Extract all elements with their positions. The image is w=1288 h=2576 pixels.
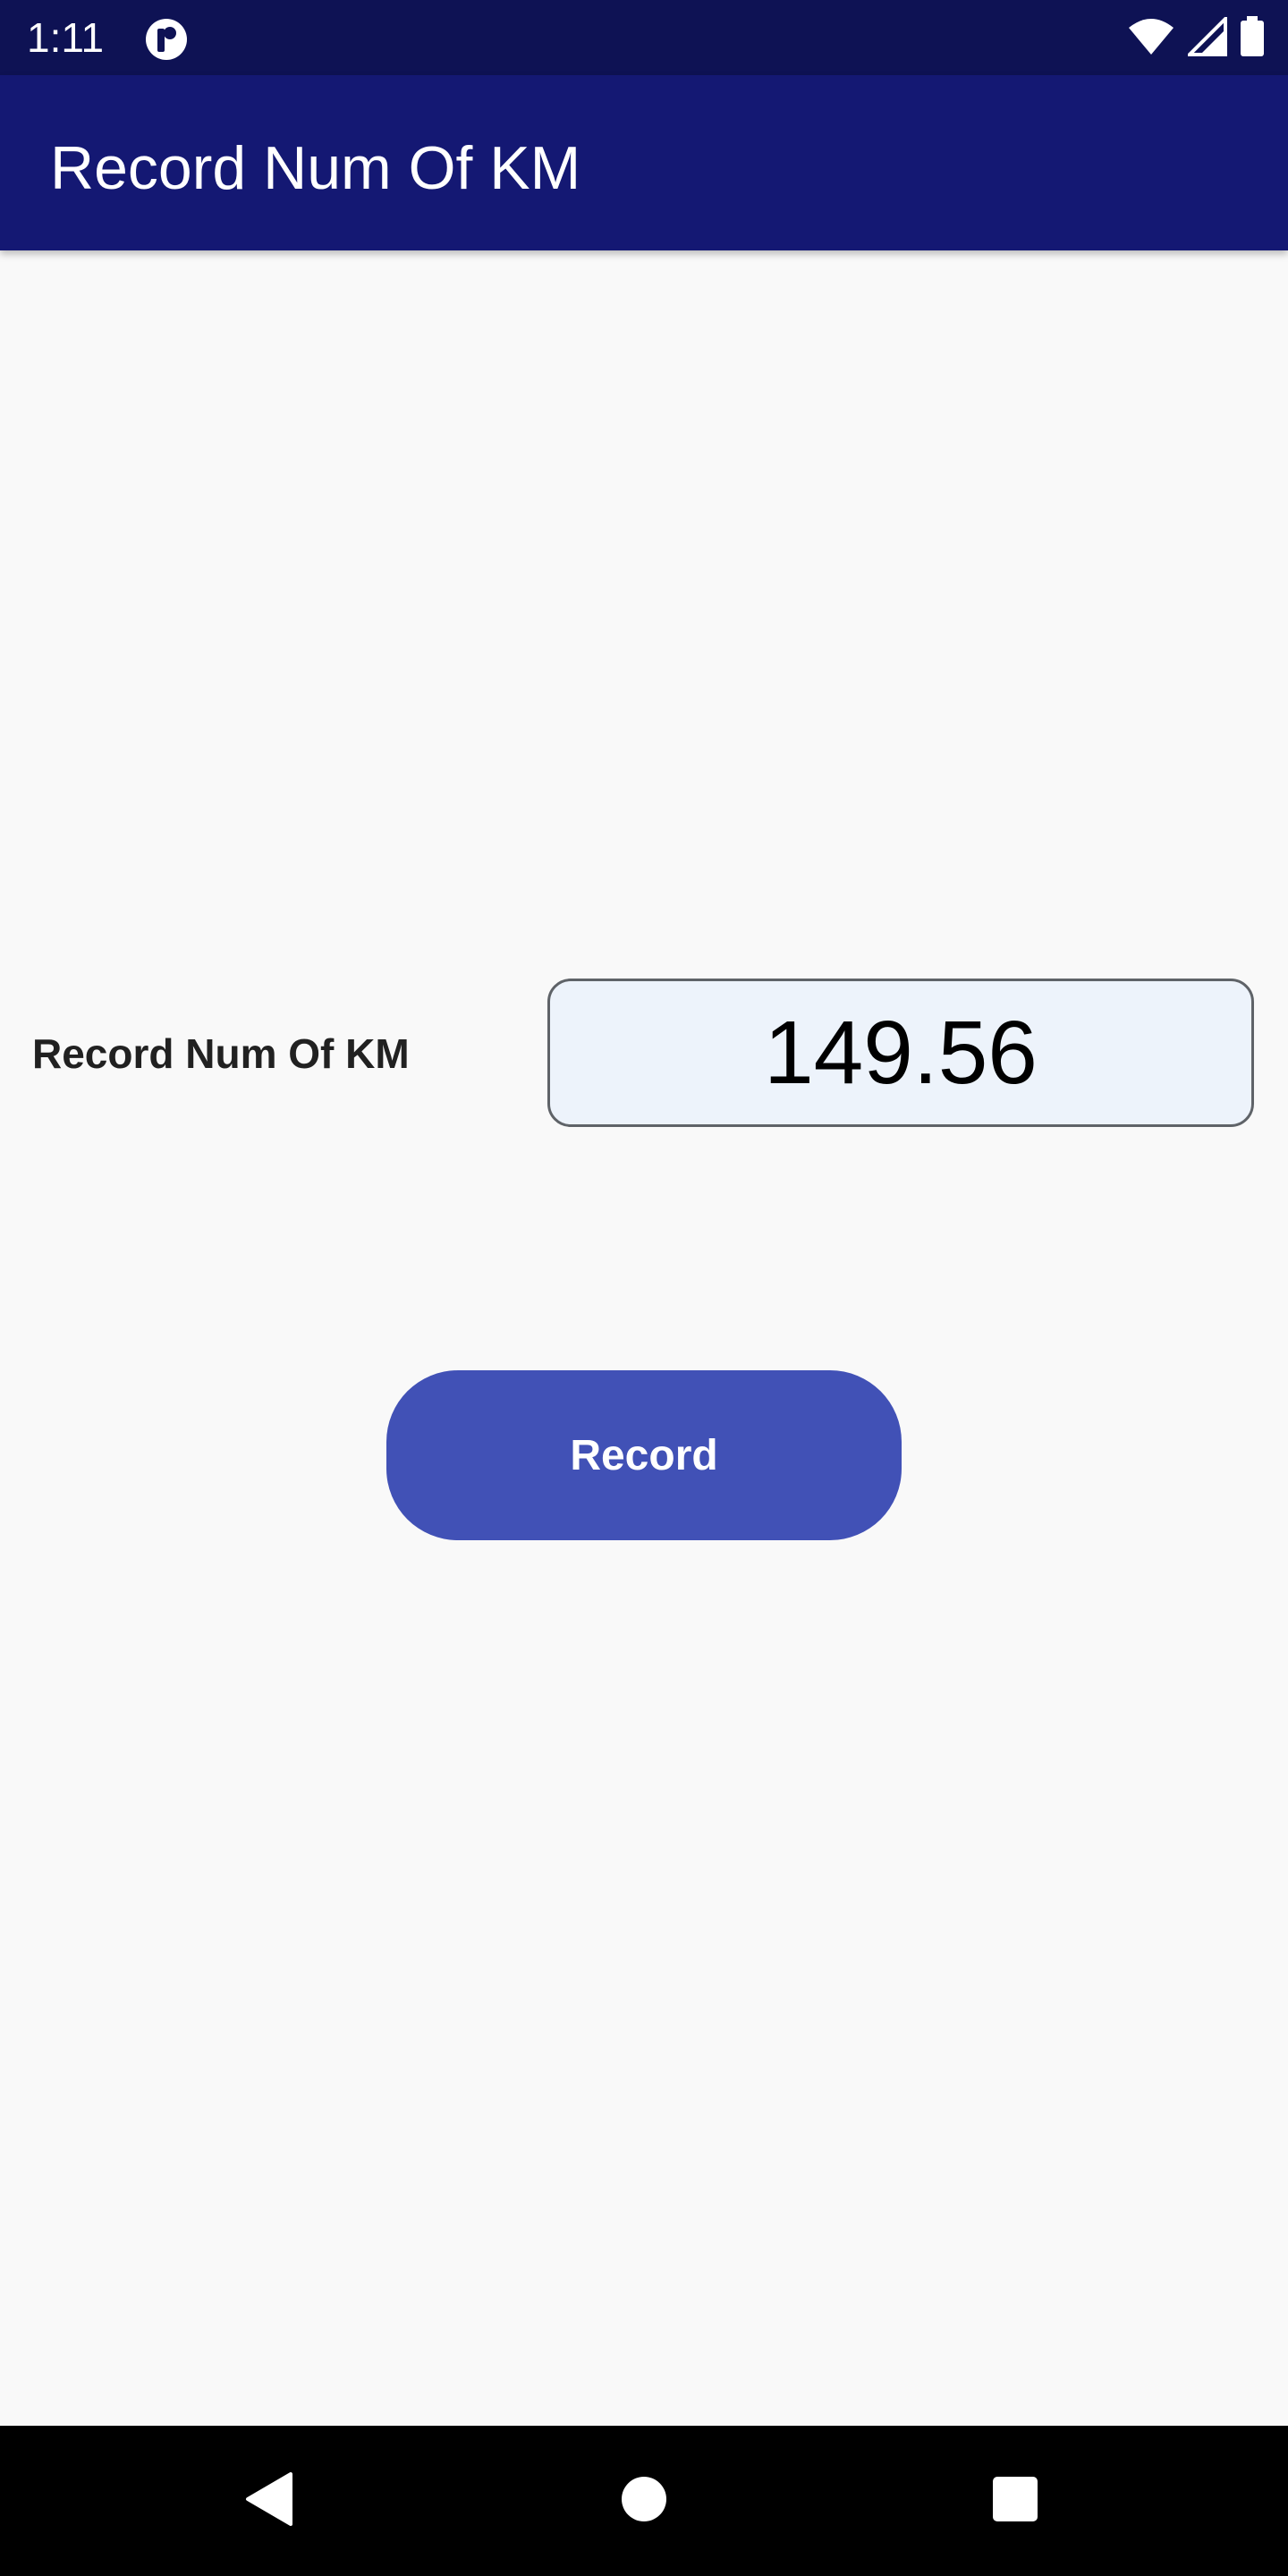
battery-icon xyxy=(1240,15,1265,62)
record-button[interactable]: Record xyxy=(386,1370,902,1540)
km-field-label: Record Num Of KM xyxy=(32,1030,410,1077)
km-input[interactable] xyxy=(547,979,1254,1127)
signal-icon xyxy=(1185,13,1227,61)
status-icons xyxy=(1127,13,1265,62)
back-icon xyxy=(244,2471,292,2530)
wifi-icon xyxy=(1127,17,1175,61)
home-icon xyxy=(621,2476,667,2527)
app-notification-icon xyxy=(145,18,188,61)
nav-back-button[interactable] xyxy=(197,2426,340,2576)
app-title: Record Num Of KM xyxy=(50,134,581,202)
status-bar: 1:11 xyxy=(0,0,1288,75)
nav-recents-button[interactable] xyxy=(944,2426,1087,2576)
screen: 1:11 Record Num Of KM Record Num Of KM 1… xyxy=(0,0,1288,2576)
app-bar: Record Num Of KM xyxy=(0,75,1288,250)
nav-home-button[interactable] xyxy=(572,2426,716,2576)
navigation-bar xyxy=(0,2426,1288,2576)
status-time: 1:11 xyxy=(27,14,105,61)
recents-icon xyxy=(992,2476,1038,2527)
